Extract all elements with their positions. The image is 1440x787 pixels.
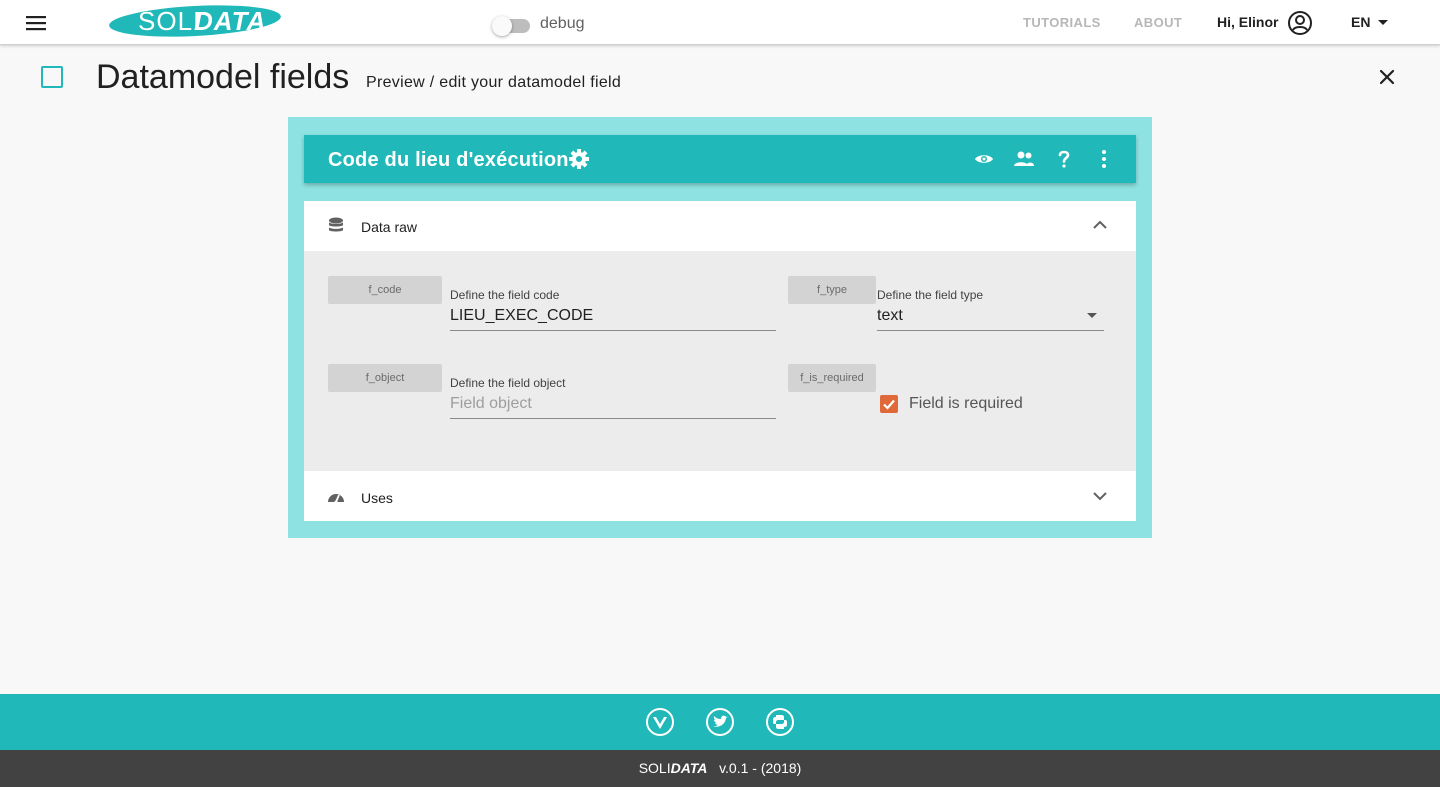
panel-header-data-raw[interactable]: Data raw [304, 201, 1136, 251]
twitter-icon[interactable] [705, 707, 735, 737]
nav-about[interactable]: ABOUT [1134, 15, 1182, 30]
top-app-bar: SOLI DATA debug TUTORIALS ABOUT Hi, Elin… [0, 0, 1440, 45]
solidata-logo[interactable]: SOLI DATA [108, 3, 282, 39]
language-selector[interactable]: EN [1351, 14, 1389, 30]
footer-brand-soli: SOLI [638, 760, 671, 776]
card-title: Code du lieu d'exécution [328, 149, 569, 171]
field-label-code: Define the field code [450, 288, 560, 302]
hamburger-menu-icon[interactable] [22, 10, 50, 36]
account-circle-icon[interactable] [1287, 10, 1313, 36]
python-icon[interactable] [765, 707, 795, 737]
debug-label: debug [540, 15, 585, 32]
field-required-checkbox[interactable] [880, 395, 898, 413]
panel-title-data-raw: Data raw [361, 219, 418, 235]
page-title: Datamodel fields [96, 58, 350, 96]
speedometer-icon [326, 487, 346, 507]
field-chip-required: f_is_required [788, 364, 876, 392]
panel-header-uses[interactable]: Uses [304, 471, 1136, 521]
field-label-object: Define the field object [450, 376, 566, 390]
close-icon[interactable] [1376, 66, 1398, 88]
arrow-drop-down-icon [1378, 19, 1389, 25]
footer-copyright: SOLIDATA v.0.1 - (2018) [0, 750, 1440, 787]
field-type-select[interactable]: text [877, 307, 903, 325]
logo-text-soli: SOLI [138, 6, 201, 36]
field-label-type: Define the field type [877, 288, 984, 302]
footer-version: v.0.1 - (2018) [719, 760, 802, 776]
user-greeting[interactable]: Hi, Elinor [1217, 14, 1278, 30]
footer-links-bar [0, 694, 1440, 750]
field-type-underline [877, 330, 1104, 331]
field-code-underline [450, 330, 776, 331]
debug-toggle[interactable]: debug [492, 12, 585, 36]
debug-switch[interactable] [492, 14, 530, 36]
database-icon [326, 216, 346, 236]
language-code: EN [1351, 14, 1371, 30]
more-vert-icon[interactable] [1092, 147, 1116, 171]
page-subtitle: Preview / edit your datamodel field [366, 74, 622, 91]
footer-brand-data: DATA [670, 760, 708, 776]
page-select-checkbox[interactable] [41, 66, 63, 88]
field-object-input[interactable]: Field object [450, 395, 532, 413]
chevron-up-icon[interactable] [1090, 215, 1110, 235]
settings-gear-icon[interactable] [567, 147, 591, 171]
field-chip-object: f_object [328, 364, 442, 392]
logo-text-data: DATA [194, 6, 266, 36]
chevron-down-icon[interactable] [1090, 486, 1110, 506]
eye-icon[interactable] [972, 147, 996, 171]
field-object-underline [450, 418, 776, 419]
group-icon[interactable] [1012, 147, 1036, 171]
card-toolbar: Code du lieu d'exécution [304, 135, 1136, 183]
field-chip-type: f_type [788, 276, 876, 304]
arrow-drop-down-icon[interactable] [1087, 313, 1097, 318]
help-icon[interactable] [1052, 147, 1076, 171]
nav-tutorials[interactable]: TUTORIALS [1023, 15, 1101, 30]
field-code-input[interactable]: LIEU_EXEC_CODE [450, 307, 593, 325]
panel-title-uses: Uses [361, 490, 393, 506]
field-chip-code: f_code [328, 276, 442, 304]
vue-icon[interactable] [645, 707, 675, 737]
field-required-label[interactable]: Field is required [909, 395, 1023, 413]
